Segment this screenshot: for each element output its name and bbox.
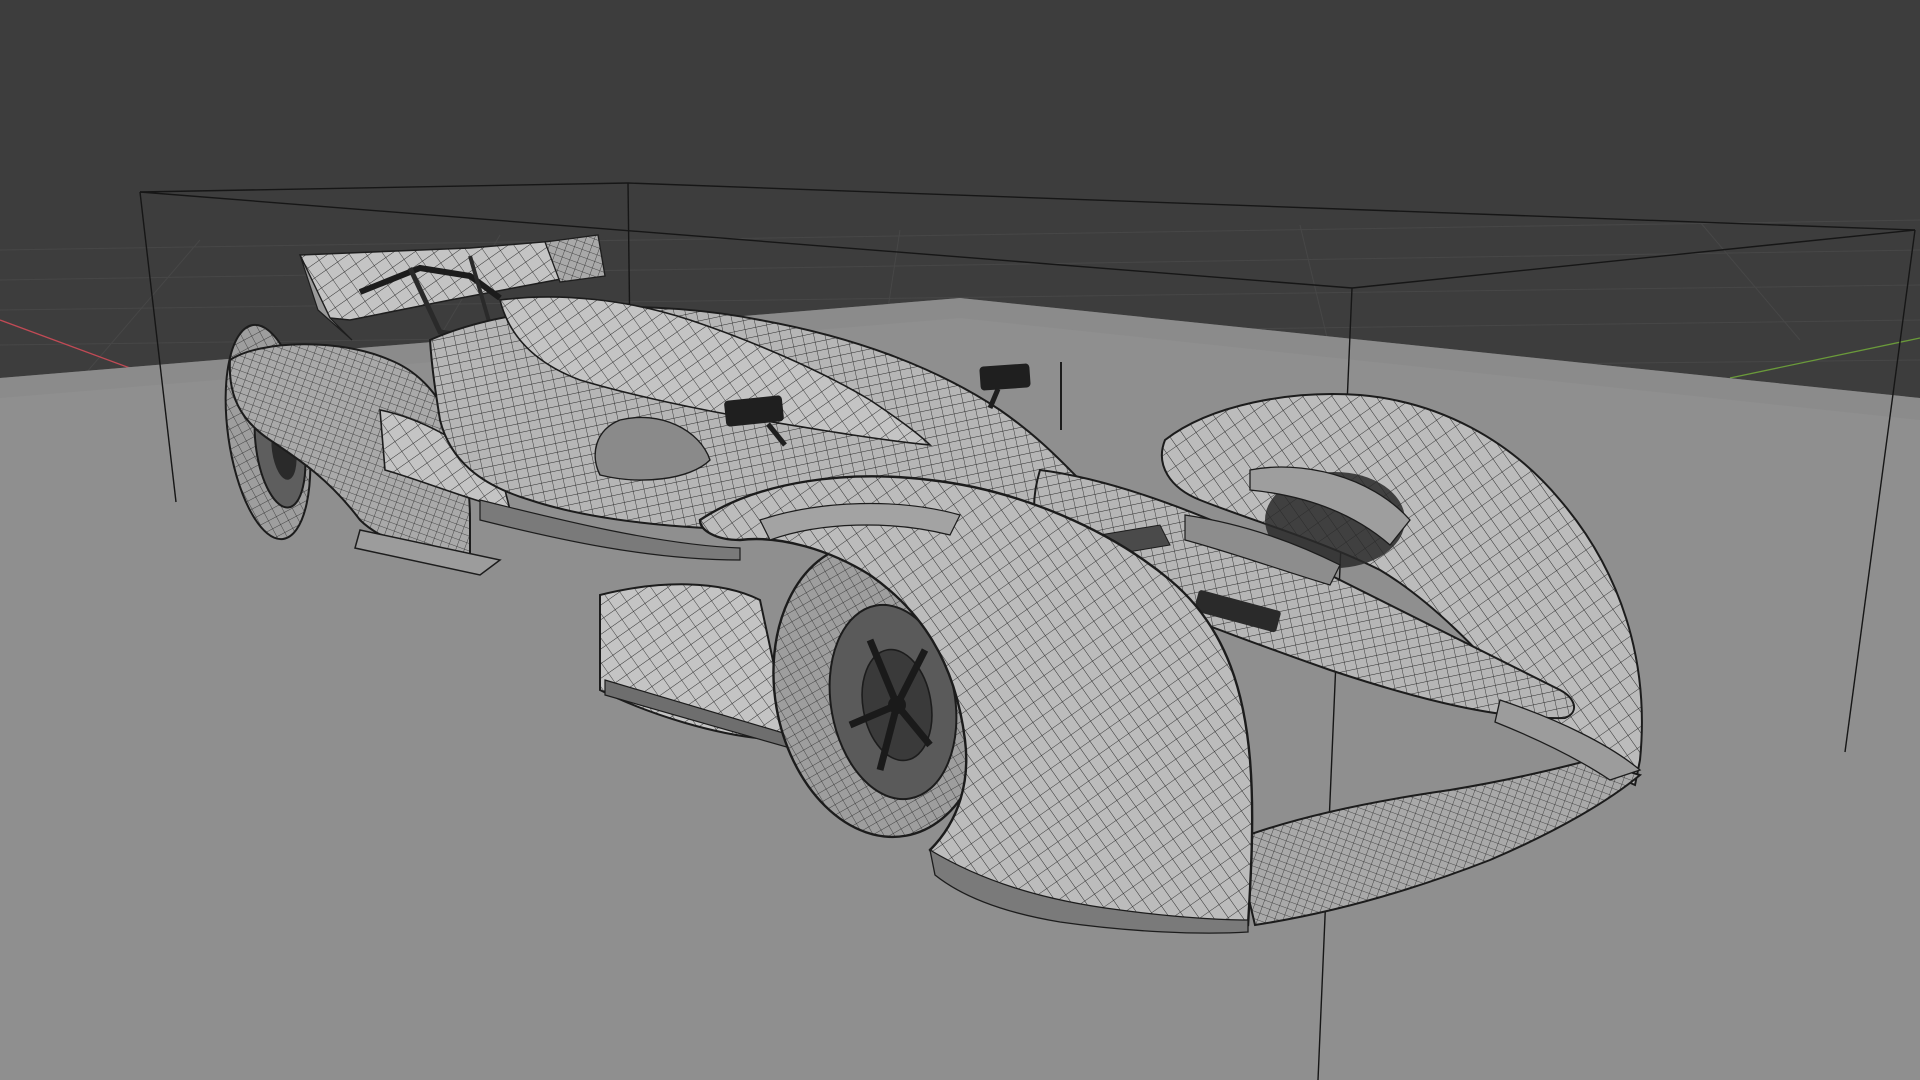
3d-viewport[interactable] [0, 0, 1920, 1080]
viewport-canvas[interactable] [0, 0, 1920, 1080]
